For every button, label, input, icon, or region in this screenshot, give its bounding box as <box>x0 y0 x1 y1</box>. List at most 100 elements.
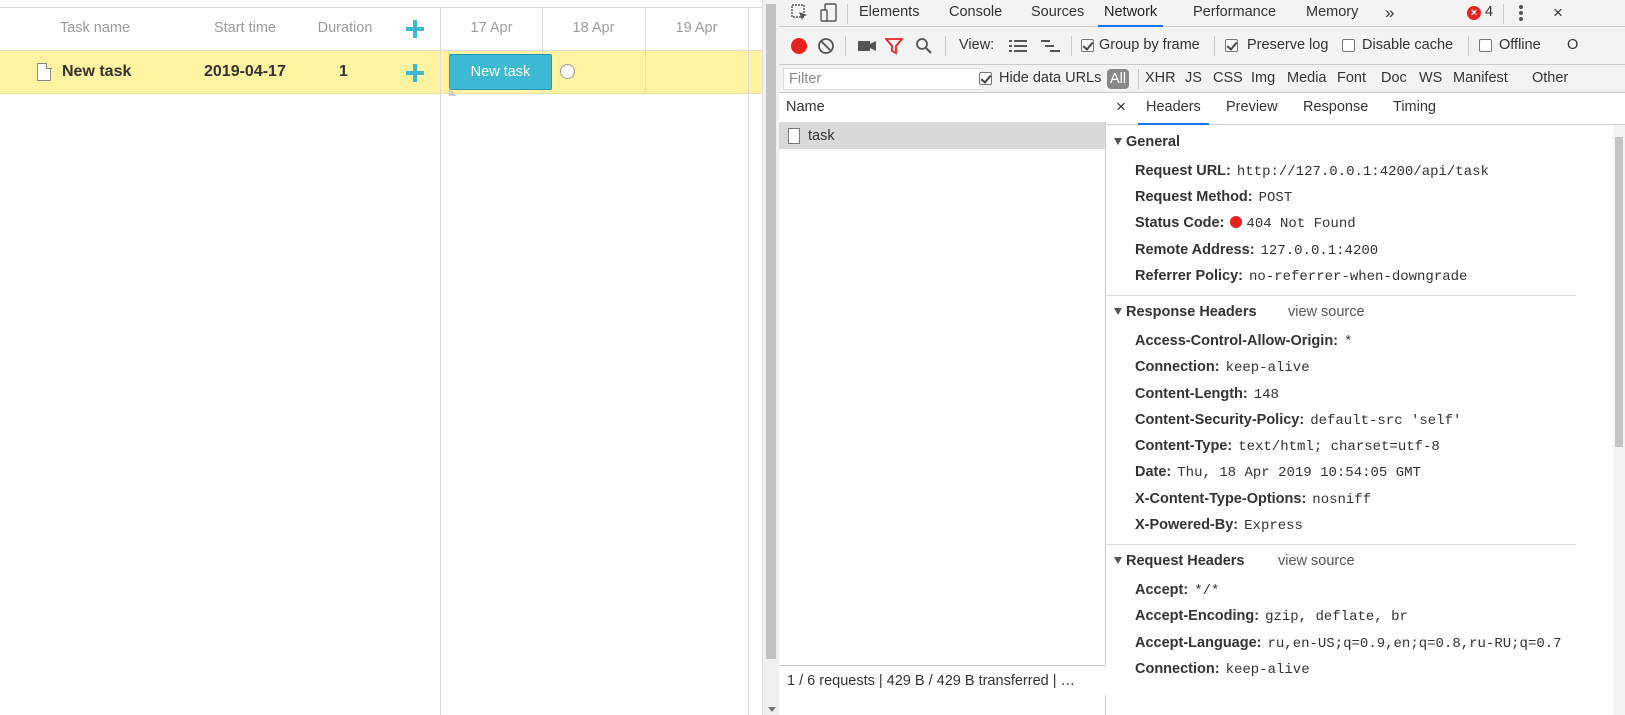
details-scrollbar-thumb[interactable] <box>1615 137 1623 447</box>
tab-memory[interactable]: Memory <box>1306 0 1358 27</box>
error-icon[interactable]: × <box>1467 6 1481 20</box>
inspect-element-icon[interactable] <box>791 4 809 22</box>
header-row: Content-Type: text/html; charset=utf-8 <box>1135 438 1440 455</box>
tab-console[interactable]: Console <box>949 0 1002 27</box>
header-row: Request Method: POST <box>1135 189 1293 206</box>
gantt-chart: Task name Start time Duration 17 Apr 18 … <box>0 7 762 715</box>
triangle-down-icon <box>1114 138 1122 145</box>
status-error-icon <box>1230 216 1243 228</box>
task-file-icon <box>37 62 52 81</box>
tab-performance[interactable]: Performance <box>1193 0 1276 27</box>
record-icon[interactable] <box>791 38 807 54</box>
filter-type-xhr[interactable]: XHR <box>1145 70 1176 86</box>
header-row: Access-Control-Allow-Origin: * <box>1135 333 1353 350</box>
page-scrollbar[interactable] <box>762 0 779 715</box>
document-icon <box>788 128 800 144</box>
details-scrollbar[interactable] <box>1613 125 1625 715</box>
column-duration[interactable]: Duration <box>300 8 390 51</box>
device-toolbar-icon[interactable] <box>820 3 838 23</box>
request-view-source-link[interactable]: view source <box>1278 553 1355 569</box>
tab-elements[interactable]: Elements <box>859 0 919 27</box>
column-name[interactable]: Name <box>779 93 1106 123</box>
filter-type-all[interactable]: All <box>1107 69 1130 89</box>
network-filterbar: Filter Hide data URLs All XHR JS CSS Img… <box>779 65 1625 93</box>
header-row: Content-Length: 148 <box>1135 386 1279 403</box>
close-details-icon[interactable]: × <box>1116 93 1126 125</box>
header-row: X-Powered-By: Express <box>1135 517 1303 534</box>
offline-checkbox[interactable] <box>1479 39 1492 52</box>
header-row: Referrer Policy: no-referrer-when-downgra… <box>1135 268 1468 285</box>
progress-drag-handle[interactable] <box>449 88 457 96</box>
gantt-header: Task name Start time Duration 17 Apr 18 … <box>0 8 762 51</box>
tab-response[interactable]: Response <box>1303 93 1368 125</box>
group-by-frame-checkbox[interactable] <box>1081 39 1094 52</box>
error-count[interactable]: 4 <box>1485 0 1493 27</box>
kebab-menu-icon[interactable] <box>1519 5 1523 22</box>
separator <box>1503 4 1504 24</box>
response-headers-title: Response Headers <box>1126 304 1257 320</box>
header-row: Accept-Language: ru,en-US;q=0.9,en;q=0.8,… <box>1135 635 1562 652</box>
column-task-name[interactable]: Task name <box>0 8 190 51</box>
request-headers-title: Request Headers <box>1126 553 1245 569</box>
more-tabs-icon[interactable]: » <box>1385 0 1394 27</box>
task-name: New task <box>62 63 132 80</box>
waterfall-icon[interactable] <box>1041 39 1061 53</box>
tab-preview[interactable]: Preview <box>1226 93 1278 125</box>
task-bar[interactable]: New task <box>449 54 552 90</box>
task-row[interactable]: New task 2019-04-17 1 <box>0 51 762 94</box>
tab-network[interactable]: Network <box>1098 0 1164 27</box>
header-row: Connection: keep-alive <box>1135 661 1310 678</box>
screenshot-camera-icon[interactable] <box>857 39 877 53</box>
header-row: Date: Thu, 18 Apr 2019 10:54:05 GMT <box>1135 464 1421 481</box>
tab-timing[interactable]: Timing <box>1393 93 1436 125</box>
throttling-dropdown[interactable]: O <box>1567 37 1578 53</box>
response-headers-toggle[interactable]: Response Headers <box>1114 304 1257 320</box>
search-icon[interactable] <box>915 37 933 55</box>
filter-type-manifest[interactable]: Manifest <box>1453 70 1508 86</box>
general-title: General <box>1126 134 1180 150</box>
filter-type-js[interactable]: JS <box>1185 70 1202 86</box>
filter-icon[interactable] <box>885 37 903 55</box>
section-divider <box>1106 295 1576 296</box>
date-19-apr: 19 Apr <box>675 20 718 36</box>
filter-type-ws[interactable]: WS <box>1419 70 1442 86</box>
details-tabbar: × Headers Preview Response Timing <box>1106 93 1625 125</box>
preserve-log-checkbox[interactable] <box>1225 39 1238 52</box>
filter-type-css[interactable]: CSS <box>1213 70 1243 86</box>
tab-sources[interactable]: Sources <box>1031 0 1084 27</box>
clear-icon[interactable] <box>817 37 835 55</box>
hide-data-urls-checkbox[interactable] <box>979 72 992 85</box>
column-start-time[interactable]: Start time <box>190 8 300 51</box>
request-row-task[interactable]: task <box>779 123 1105 149</box>
disable-cache-checkbox[interactable] <box>1342 39 1355 52</box>
request-headers-toggle[interactable]: Request Headers <box>1114 553 1244 569</box>
triangle-down-icon <box>1114 557 1122 564</box>
date-18-apr: 18 Apr <box>572 20 615 36</box>
triangle-down-icon <box>1114 308 1122 315</box>
response-view-source-link[interactable]: view source <box>1288 304 1365 320</box>
add-task-header-icon[interactable] <box>406 20 424 38</box>
filter-type-media[interactable]: Media <box>1287 70 1327 86</box>
link-handle[interactable] <box>560 64 575 79</box>
filter-type-font[interactable]: Font <box>1337 70 1366 86</box>
date-17-apr: 17 Apr <box>470 20 513 36</box>
separator <box>1214 36 1215 56</box>
page-scrollbar-thumb[interactable] <box>766 4 776 659</box>
task-start: 2019-04-17 <box>204 63 286 80</box>
tab-headers[interactable]: Headers <box>1138 93 1209 125</box>
view-label: View: <box>959 37 995 53</box>
header-row: Status Code: 404 Not Found <box>1135 215 1356 232</box>
scroll-down-icon[interactable] <box>768 707 776 712</box>
general-section-toggle[interactable]: General <box>1114 134 1180 150</box>
large-rows-icon[interactable] <box>1009 39 1027 53</box>
add-subtask-icon[interactable] <box>406 64 424 82</box>
hide-data-urls-label: Hide data URLs <box>999 70 1102 86</box>
filter-type-other[interactable]: Other <box>1532 70 1568 86</box>
filter-type-img[interactable]: Img <box>1251 70 1275 86</box>
header-row: Accept: */* <box>1135 582 1220 599</box>
filter-type-doc[interactable]: Doc <box>1381 70 1407 86</box>
disable-cache-label: Disable cache <box>1362 37 1454 53</box>
close-devtools-icon[interactable]: × <box>1553 0 1563 27</box>
request-details-pane: × Headers Preview Response Timing Genera… <box>1106 93 1625 715</box>
filter-input[interactable]: Filter <box>783 68 983 90</box>
